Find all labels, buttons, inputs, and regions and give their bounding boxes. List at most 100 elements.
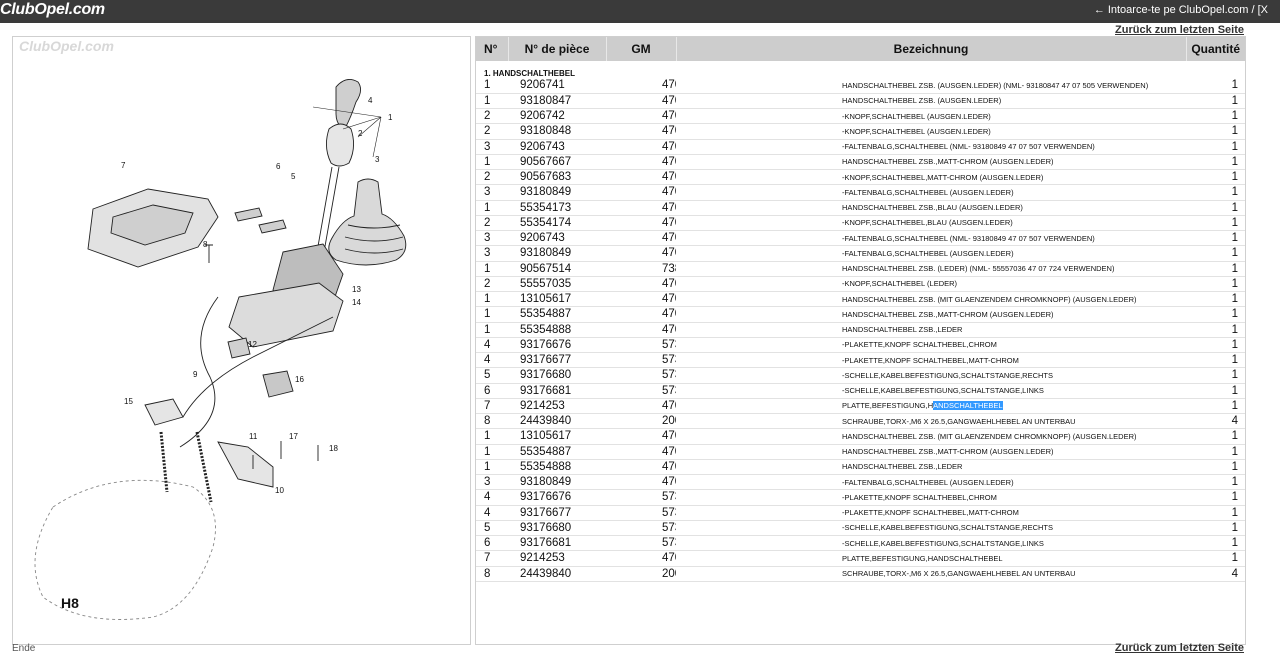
row-gm-number-text: 5738702 <box>662 369 676 382</box>
row-nr: 1 <box>476 459 508 476</box>
row-gm-number-text: 4706882 <box>662 293 676 306</box>
row-quantity: 1 <box>1186 123 1245 140</box>
table-row[interactable]: 3 93180849 4707507 -FALTENBALG,SCHALTHEBEL … <box>476 474 1245 491</box>
row-description: -PLAKETTE,KNOPF SCHALTHEBEL,MATT-CHROM <box>676 352 1186 369</box>
table-row[interactable]: 3 9206743 4704096 -FALTENBALG,SCHALTHEBEL (… <box>476 139 1245 155</box>
row-description-text: PLATTE,BEFESTIGUNG,H <box>842 401 934 411</box>
table-row[interactable]: 3 9206743 4704096 -FALTENBALG,SCHALTHEBEL (… <box>476 230 1245 247</box>
callout-10: 10 <box>275 486 284 495</box>
row-gm-number: 4707347 <box>606 398 676 415</box>
table-row[interactable]: 4 93176677 5738919 -PLAKETTE,KNOPF SCHALTHE… <box>476 505 1245 521</box>
row-part-number-text: 55557035 <box>520 277 572 290</box>
table-row[interactable]: 5 93176680 5738702 -SCHELLE,KABELBEFESTIGUN… <box>476 520 1245 537</box>
row-description: SCHRAUBE,TORX-,M6 X 26.5,GANGWAEHLHEBEL … <box>676 413 1186 430</box>
row-description-text: -KNOPF,SCHALTHEBEL,BLAU (AUSGEN.LEDER) <box>842 218 1013 228</box>
row-part-number-text: 93176681 <box>520 537 572 550</box>
table-row[interactable]: 1 90567667 4706338 HANDSCHALTHEBEL ZSB.,MAT… <box>476 154 1245 171</box>
row-nr: 2 <box>476 276 508 293</box>
callout-16: 16 <box>295 375 304 384</box>
table-row[interactable]: 2 55557035 4707723 -KNOPF,SCHALTHEBEL (LEDE… <box>476 276 1245 293</box>
row-gm-number: 5738703 <box>606 535 676 552</box>
back-to-last-page-link-top[interactable]: Zurück zum letzten Seite <box>1115 24 1244 36</box>
column-header-nr: N° <box>476 37 509 61</box>
table-row[interactable]: 1 90567514 738096 HANDSCHALTHEBEL ZSB. (LED… <box>476 261 1245 277</box>
row-description-text: -FALTENBALG,SCHALTHEBEL (NML- 93180849 4… <box>842 233 1095 243</box>
row-nr-text: 2 <box>484 110 491 123</box>
row-quantity-text: 1 <box>1231 171 1238 184</box>
row-description-text: -PLAKETTE,KNOPF SCHALTHEBEL,CHROM <box>842 340 997 350</box>
table-row[interactable]: 2 9206742 4704095 -KNOPF,SCHALTHEBEL (AUSGE… <box>476 108 1245 125</box>
row-part-number-text: 90567667 <box>520 155 572 168</box>
table-row[interactable]: 2 55354174 4706811 -KNOPF,SCHALTHEBEL,BLAU … <box>476 215 1245 232</box>
table-row[interactable]: 792142534707347PLATTE,BEFESTIGUNG,HANDSC… <box>476 398 1245 415</box>
table-row[interactable]: 2 90567683 4706339 -KNOPF,SCHALTHEBEL,MATT-… <box>476 169 1245 186</box>
row-part-number: 9206741 <box>508 78 606 94</box>
row-gm-number: 2005126 <box>606 566 676 582</box>
row-gm-number-text: 4707511 <box>662 308 676 321</box>
row-nr-text: 7 <box>484 552 491 565</box>
table-row[interactable]: 4 93176676 5738918 -PLAKETTE,KNOPF SCHALTHE… <box>476 489 1245 506</box>
row-gm-number: 4704096 <box>606 139 676 155</box>
row-description: -PLAKETTE,KNOPF SCHALTHEBEL,MATT-CHROM <box>676 505 1186 521</box>
row-description: -FALTENBALG,SCHALTHEBEL (NML- 93180849 4… <box>676 230 1186 247</box>
row-nr: 1 <box>476 78 508 94</box>
table-row[interactable]: 8 24439840 2005126 SCHRAUBE,TORX-,M6 X 26.5… <box>476 566 1245 582</box>
callout-13: 13 <box>352 285 361 294</box>
row-quantity: 1 <box>1186 215 1245 232</box>
row-nr-text: 6 <box>484 384 491 397</box>
row-gm-number-text: 4706812 <box>662 201 676 214</box>
ende-label: Ende <box>12 643 36 654</box>
table-row[interactable]: 6 93176681 5738703 -SCHELLE,KABELBEFESTIGUN… <box>476 383 1245 399</box>
row-nr: 6 <box>476 383 508 399</box>
row-quantity-text: 1 <box>1231 399 1238 412</box>
row-nr: 5 <box>476 367 508 384</box>
table-row[interactable]: 6 93176681 5738703 -SCHELLE,KABELBEFESTIGUN… <box>476 535 1245 552</box>
table-row[interactable]: 1 9206741 4705161 HANDSCHALTHEBEL ZSB. (AUS… <box>476 78 1245 94</box>
back-to-site-link[interactable]: ← Intoarce-te pe ClubOpel.com / [X <box>1094 4 1268 16</box>
table-row[interactable]: 4 93176677 5738919 -PLAKETTE,KNOPF SCHALTHE… <box>476 352 1245 369</box>
table-row[interactable]: 792142534707347PLATTE,BEFESTIGUNG,HANDSC… <box>476 550 1245 567</box>
table-row[interactable]: 1 93180847 4707505 HANDSCHALTHEBEL ZSB. (AU… <box>476 93 1245 110</box>
table-row[interactable]: 8 24439840 2005126 SCHRAUBE,TORX-,M6 X 26.5… <box>476 413 1245 430</box>
row-quantity-text: 1 <box>1231 460 1238 473</box>
table-row[interactable]: 3 93180849 4707507 -FALTENBALG,SCHALTHEBEL … <box>476 184 1245 201</box>
row-part-number: 55354887 <box>508 444 606 460</box>
row-part-number: 93180848 <box>508 123 606 140</box>
row-part-number-text: 9206743 <box>520 140 565 153</box>
back-to-last-page-link-bottom[interactable]: Zurück zum letzten Seite <box>1115 642 1244 654</box>
row-nr: 4 <box>476 505 508 521</box>
row-description-text: HANDSCHALTHEBEL ZSB. (AUSGEN.LEDER) (NML… <box>842 80 1149 90</box>
table-row[interactable]: 1 55354887 4707511 HANDSCHALTHEBEL ZSB.,MAT… <box>476 306 1245 323</box>
row-gm-number-text: 4706811 <box>662 216 676 229</box>
table-row[interactable]: 1 55354173 4706812 HANDSCHALTHEBEL ZSB.,BLA… <box>476 200 1245 216</box>
table-row[interactable]: 5 93176680 5738702 -SCHELLE,KABELBEFESTIGUN… <box>476 367 1245 384</box>
row-part-number-text: 9206743 <box>520 232 565 245</box>
row-description: HANDSCHALTHEBEL ZSB.,MATT-CHROM (AUSGEN.… <box>676 154 1186 171</box>
row-nr: 1 <box>476 154 508 171</box>
row-gm-number-text: 4707507 <box>662 476 676 489</box>
table-row[interactable]: 2 93180848 4707506 -KNOPF,SCHALTHEBEL (AUSG… <box>476 123 1245 140</box>
table-row[interactable]: 1 55354887 4707511 HANDSCHALTHEBEL ZSB.,MAT… <box>476 444 1245 460</box>
row-part-number: 13105617 <box>508 291 606 308</box>
table-row[interactable]: 1 55354888 4707512 HANDSCHALTHEBEL ZSB.,LED… <box>476 322 1245 338</box>
table-row[interactable]: 3 93180849 4707507 -FALTENBALG,SCHALTHEBEL … <box>476 245 1245 262</box>
row-description: -KNOPF,SCHALTHEBEL (AUSGEN.LEDER) <box>676 123 1186 140</box>
row-part-number: 93176676 <box>508 489 606 506</box>
row-description-text: -FALTENBALG,SCHALTHEBEL (AUSGEN.LEDER) <box>842 187 1014 197</box>
row-nr-text: 1 <box>484 460 491 473</box>
row-description-text: -KNOPF,SCHALTHEBEL (AUSGEN.LEDER) <box>842 111 991 121</box>
row-nr: 7 <box>476 550 508 567</box>
table-row[interactable]: 1 55354888 4707512 HANDSCHALTHEBEL ZSB.,LED… <box>476 459 1245 476</box>
row-quantity: 1 <box>1186 261 1245 277</box>
row-nr-text: 3 <box>484 186 491 199</box>
row-gm-number: 4704096 <box>606 230 676 247</box>
table-row[interactable]: 4 93176676 5738918 -PLAKETTE,KNOPF SCHALTHE… <box>476 337 1245 354</box>
row-description: HANDSCHALTHEBEL ZSB. (MIT GLAENZENDEM CH… <box>676 291 1186 308</box>
row-description: -SCHELLE,KABELBEFESTIGUNG,SCHALTSTANGE,R… <box>676 367 1186 384</box>
row-quantity-text: 1 <box>1231 201 1238 214</box>
site-logo[interactable]: ClubOpel.com <box>0 1 105 19</box>
table-row[interactable]: 1 13105617 4706882 HANDSCHALTHEBEL ZSB. (MI… <box>476 428 1245 445</box>
row-nr-text: 1 <box>484 155 491 168</box>
table-row[interactable]: 1 13105617 4706882 HANDSCHALTHEBEL ZSB. (MI… <box>476 291 1245 308</box>
row-part-number: 90567514 <box>508 261 606 277</box>
